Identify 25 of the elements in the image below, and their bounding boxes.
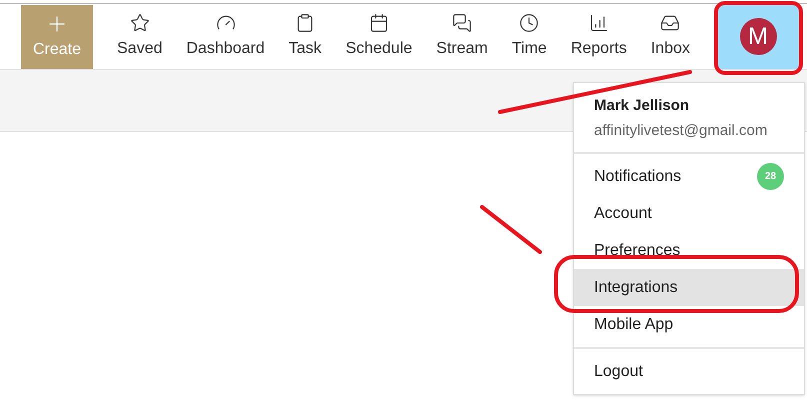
calendar-icon <box>368 12 389 32</box>
annotation-line <box>480 205 542 254</box>
star-icon <box>130 12 150 32</box>
menu-item[interactable]: Integrations <box>574 269 804 306</box>
menu-item[interactable]: Mobile App <box>574 306 804 343</box>
nav-item[interactable]: Task <box>276 12 334 60</box>
nav-item[interactable]: Dashboard <box>174 12 277 60</box>
nav-item[interactable]: Inbox <box>638 12 702 60</box>
menu-item[interactable]: Logout <box>574 353 804 390</box>
chat-bubbles-icon <box>452 12 472 32</box>
nav-item[interactable]: Saved <box>105 12 174 60</box>
avatar: M <box>740 18 776 55</box>
bar-chart-icon <box>588 12 609 32</box>
clock-icon <box>519 12 540 32</box>
nav-item[interactable]: Stream <box>424 12 500 60</box>
menu-item[interactable]: Preferences <box>574 232 804 269</box>
nav-item[interactable]: Time <box>500 12 559 60</box>
nav-item[interactable]: Schedule <box>334 12 424 60</box>
user-name: Mark Jellison <box>594 96 690 116</box>
menu-item[interactable]: Account <box>574 195 804 232</box>
count-badge: 28 <box>757 163 784 190</box>
menu-item[interactable]: Notifications 28 <box>574 158 804 195</box>
user-email: affinitylivetest@gmail.com <box>594 120 768 140</box>
avatar-button[interactable]: M <box>716 4 800 68</box>
nav-item[interactable]: Reports <box>558 12 639 60</box>
